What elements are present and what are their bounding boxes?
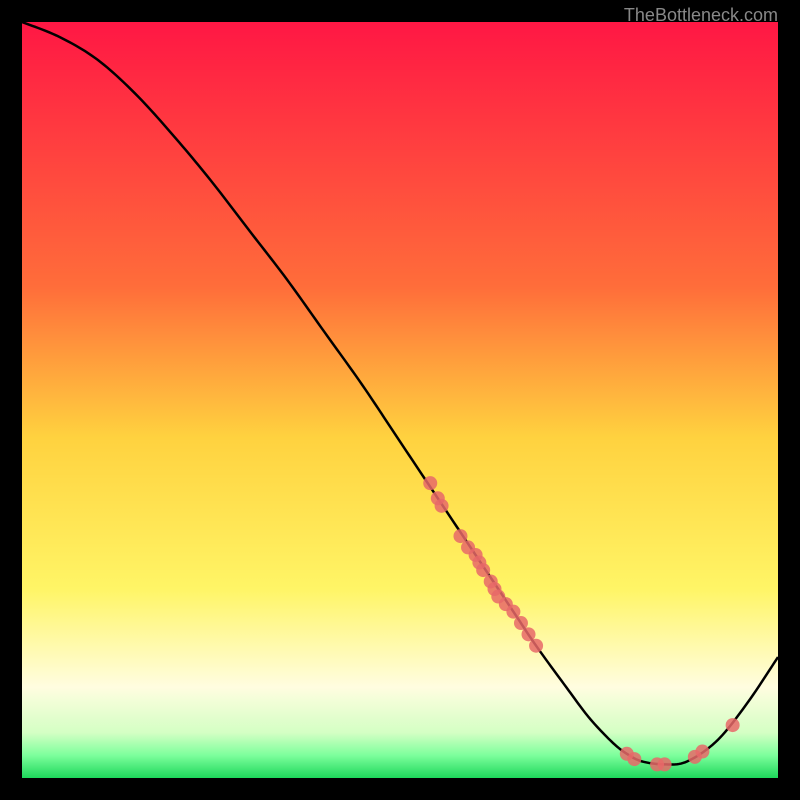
data-point bbox=[435, 499, 449, 513]
data-point bbox=[695, 745, 709, 759]
data-point bbox=[423, 476, 437, 490]
data-point bbox=[529, 639, 543, 653]
chart-svg bbox=[22, 22, 778, 778]
chart-container: TheBottleneck.com bbox=[0, 0, 800, 800]
data-point bbox=[627, 752, 641, 766]
plot-area bbox=[22, 22, 778, 778]
gradient-background bbox=[22, 22, 778, 778]
data-point bbox=[658, 757, 672, 771]
data-point bbox=[726, 718, 740, 732]
watermark-text: TheBottleneck.com bbox=[624, 5, 778, 26]
